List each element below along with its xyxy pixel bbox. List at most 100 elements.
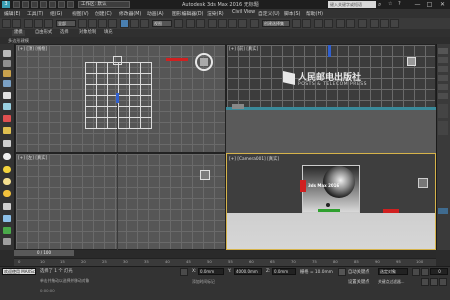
new-file-icon[interactable] xyxy=(13,1,20,8)
select-rotate-icon[interactable] xyxy=(130,19,139,28)
menu-edit[interactable]: 编辑(E) xyxy=(4,10,20,17)
left-view-light[interactable] xyxy=(200,170,210,180)
unlink-icon[interactable] xyxy=(34,19,43,28)
align-icon[interactable] xyxy=(302,19,311,28)
goto-start-icon[interactable] xyxy=(412,268,420,276)
select-tool-icon[interactable] xyxy=(3,50,11,57)
sphere-icon[interactable] xyxy=(3,92,11,99)
plane-icon[interactable] xyxy=(3,227,11,234)
render-production-icon[interactable] xyxy=(390,19,399,28)
y-coordinate-field[interactable]: 4000.0mm xyxy=(234,268,262,275)
pivot-center-icon[interactable] xyxy=(174,19,183,28)
menu-views[interactable]: 视图(V) xyxy=(72,10,89,17)
box-icon[interactable] xyxy=(3,215,11,222)
time-slider[interactable]: 0 / 100 xyxy=(14,250,74,256)
camera-target-object[interactable] xyxy=(113,56,122,65)
camera-view-light[interactable] xyxy=(418,178,428,188)
tab-freeform[interactable]: 自由形式 xyxy=(33,30,54,36)
render-setup-icon[interactable] xyxy=(370,19,379,28)
maximize-button[interactable]: □ xyxy=(425,0,434,9)
open-file-icon[interactable] xyxy=(22,1,29,8)
select-move-icon[interactable] xyxy=(120,19,129,28)
keyboard-shortcut-icon[interactable] xyxy=(196,19,205,28)
viewport-light-marker[interactable] xyxy=(407,57,416,66)
rect-selection-icon[interactable] xyxy=(98,19,107,28)
mirror-icon[interactable] xyxy=(292,19,301,28)
viewport-top-label[interactable]: [+] [顶] [线框] xyxy=(18,46,47,52)
geometry-icon[interactable] xyxy=(3,80,11,87)
search-input[interactable]: 键入关键字或短语 xyxy=(328,1,376,8)
shape-icon[interactable] xyxy=(3,140,11,147)
percent-snap-icon[interactable] xyxy=(228,19,237,28)
zoom-icon[interactable] xyxy=(421,278,429,286)
timeline[interactable] xyxy=(14,250,436,258)
tab-object-paint[interactable]: 对象绘制 xyxy=(77,30,98,36)
schematic-view-icon[interactable] xyxy=(346,19,355,28)
menu-create[interactable]: 创建(C) xyxy=(95,10,112,17)
close-button[interactable]: ✕ xyxy=(438,0,447,9)
selected-dropdown[interactable]: 选定对象 xyxy=(378,268,408,275)
orbit-icon[interactable] xyxy=(430,278,438,286)
key-filters-button[interactable]: 关键点过滤器... xyxy=(378,279,404,285)
maximize-viewport-icon[interactable] xyxy=(439,278,447,286)
menu-graph-editors[interactable]: 图形编辑器(D) xyxy=(172,10,203,17)
display-tab-icon[interactable] xyxy=(438,84,448,90)
key-icon[interactable] xyxy=(338,268,346,276)
lock-selection-icon[interactable] xyxy=(180,268,188,276)
current-frame-field[interactable]: 0 xyxy=(430,268,448,275)
menu-civil-view[interactable]: Civil View xyxy=(232,10,255,15)
menu-customize[interactable]: 自定义(U) xyxy=(258,10,280,17)
menu-group[interactable]: 组(G) xyxy=(50,10,62,17)
menu-help[interactable]: 帮助(H) xyxy=(306,10,323,17)
rendered-frame-window-icon[interactable] xyxy=(380,19,389,28)
teapot-icon[interactable] xyxy=(3,238,11,245)
hierarchy-tab-icon[interactable] xyxy=(438,66,448,72)
reference-coord-dropdown[interactable]: 视图 xyxy=(152,20,172,27)
omni-light-icon[interactable] xyxy=(3,178,11,185)
select-manipulate-icon[interactable] xyxy=(186,19,195,28)
x-coordinate-field[interactable]: 0.0mm xyxy=(198,268,224,275)
redo-icon[interactable] xyxy=(49,1,56,8)
window-crossing-icon[interactable] xyxy=(108,19,117,28)
helper-icon[interactable] xyxy=(3,115,11,122)
menu-modifiers[interactable]: 修改器(M) xyxy=(119,10,141,17)
curve-editor-icon[interactable] xyxy=(336,19,345,28)
layer-explorer-icon[interactable] xyxy=(314,19,323,28)
menu-scripting[interactable]: 脚本(S) xyxy=(284,10,300,17)
maxscript-listener[interactable]: 欢迎使用 MAXSc xyxy=(2,268,36,275)
modify-tab-icon[interactable] xyxy=(438,57,448,63)
auto-key-button[interactable]: 自动关键点 xyxy=(348,269,369,275)
snaps-toggle-icon[interactable] xyxy=(208,19,217,28)
search-icon[interactable]: ⌕ xyxy=(378,1,385,8)
select-scale-icon[interactable] xyxy=(140,19,149,28)
tab-modeling[interactable]: 建模 xyxy=(12,30,25,36)
save-file-icon[interactable] xyxy=(31,1,38,8)
light-bulb-icon[interactable] xyxy=(3,153,11,160)
utilities-tab-icon[interactable] xyxy=(438,93,448,99)
select-object-icon[interactable] xyxy=(78,19,87,28)
object-type-panel[interactable] xyxy=(438,104,448,118)
viewport-front-label[interactable]: [+] [前] [真实] xyxy=(229,46,258,52)
fetch-icon[interactable] xyxy=(67,1,74,8)
material-editor-icon[interactable] xyxy=(358,19,367,28)
hold-icon[interactable] xyxy=(58,1,65,8)
viewport-left[interactable] xyxy=(15,153,226,250)
minimize-button[interactable]: — xyxy=(413,0,422,9)
z-coordinate-field[interactable]: 0.0mm xyxy=(272,268,296,275)
add-time-tag[interactable]: 添加时间标记 xyxy=(192,279,215,285)
spacewarp-icon[interactable] xyxy=(3,127,11,134)
edit-named-selection-icon[interactable] xyxy=(250,19,259,28)
camera-icon[interactable] xyxy=(3,103,11,110)
spot-light-icon[interactable] xyxy=(3,190,11,197)
create-light-icon[interactable] xyxy=(3,70,11,77)
rotate-tool-icon[interactable] xyxy=(3,60,11,67)
cylinder-icon[interactable] xyxy=(3,203,11,210)
viewport-left-label[interactable]: [+] [左] [真实] xyxy=(18,155,47,161)
selection-filter-dropdown[interactable]: 全部 xyxy=(56,20,76,27)
panel-scroll-icon[interactable] xyxy=(438,208,448,214)
viewcube[interactable] xyxy=(196,54,197,55)
angle-snap-icon[interactable] xyxy=(218,19,227,28)
app-logo[interactable]: 3 xyxy=(2,1,10,8)
spinner-snap-icon[interactable] xyxy=(238,19,247,28)
tab-selection[interactable]: 选择 xyxy=(58,30,71,36)
